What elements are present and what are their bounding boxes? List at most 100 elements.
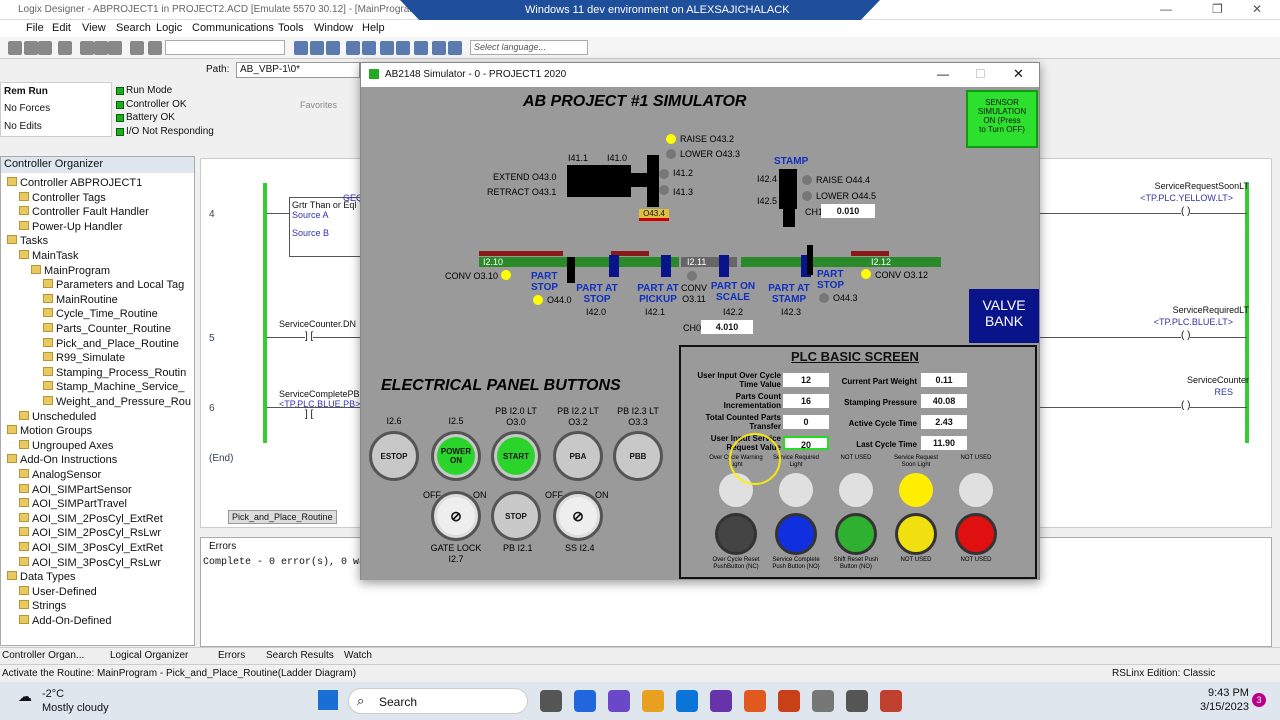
toolbar-logic-icon[interactable] <box>432 41 446 55</box>
plc-pushbutton[interactable] <box>835 513 877 555</box>
tree-item[interactable]: MainRoutine <box>43 293 118 306</box>
coil-icon[interactable]: ( ) <box>1181 330 1191 341</box>
tree-item[interactable]: Add-On Instructions <box>7 454 117 466</box>
taskbar-app-icon[interactable] <box>744 690 766 712</box>
toolbar-logic-icon[interactable] <box>310 41 324 55</box>
bottom-tab[interactable]: Errors <box>218 650 245 661</box>
plc-pushbutton[interactable] <box>775 513 817 555</box>
tree-item[interactable]: User-Defined <box>19 585 97 598</box>
taskbar-search[interactable]: ⌕ Search <box>348 688 528 714</box>
taskbar-app-icon[interactable] <box>778 690 800 712</box>
tree-item[interactable]: Ungrouped Axes <box>19 439 113 452</box>
tree-item[interactable]: Controller Fault Handler <box>19 206 149 218</box>
panel-button-start[interactable]: START <box>491 431 541 481</box>
contact-icon[interactable]: ] [ <box>305 409 314 420</box>
tree-item[interactable]: Stamp_Machine_Service_ <box>43 381 184 393</box>
taskbar-app-icon[interactable] <box>676 690 698 712</box>
panel-button-power-on[interactable]: POWER ON <box>431 431 481 481</box>
tree-item[interactable]: Parameters and Local Tag <box>43 279 184 291</box>
sim-maximize-icon[interactable]: ☐ <box>975 67 986 81</box>
toolbar-logic-icon[interactable] <box>294 41 308 55</box>
bottom-tab[interactable]: Search Results <box>266 650 334 661</box>
toolbar-logic-icon[interactable] <box>362 41 376 55</box>
bottom-tab[interactable]: Watch <box>344 650 372 661</box>
tree-item[interactable]: Unscheduled <box>19 410 96 423</box>
bottom-tab[interactable]: Controller Organ... <box>2 650 84 661</box>
sim-close-icon[interactable]: ✕ <box>1013 66 1024 82</box>
menu-file[interactable]: File <box>26 22 44 34</box>
tree-item[interactable]: Stamping_Process_Routin <box>43 366 186 379</box>
minimize-icon[interactable]: — <box>1160 2 1172 16</box>
taskbar-app-icon[interactable] <box>710 690 732 712</box>
language-select[interactable]: Select language... <box>470 40 588 55</box>
tree-item[interactable]: AnalogSensor <box>19 469 101 481</box>
tree-item[interactable]: Data Types <box>7 571 75 583</box>
plc-pushbutton[interactable] <box>955 513 997 555</box>
favorites-tab[interactable]: Favorites <box>300 100 337 110</box>
gate-lock-switch[interactable]: ⊘ <box>431 491 481 541</box>
plc-field-input[interactable]: 20 <box>783 436 829 450</box>
tree-item[interactable]: Power-Up Handler <box>19 220 122 233</box>
menu-logic[interactable]: Logic <box>156 22 182 34</box>
toolbar-button-icon[interactable] <box>24 41 38 55</box>
taskbar-app-icon[interactable] <box>642 690 664 712</box>
panel-button-estop[interactable]: ESTOP <box>369 431 419 481</box>
plc-pushbutton[interactable] <box>715 513 757 555</box>
coil-icon[interactable]: ( ) <box>1181 206 1191 217</box>
taskbar-app-icon[interactable] <box>846 690 868 712</box>
tree-item[interactable]: AOI_SIM_2PosCyl_RsLwr <box>19 527 161 539</box>
menu-help[interactable]: Help <box>362 22 385 34</box>
taskbar-app-icon[interactable] <box>880 690 902 712</box>
toolbar-logic-icon[interactable] <box>414 41 428 55</box>
tree-item[interactable]: AOI_SIM_2PosCyl_ExtRet <box>19 512 163 525</box>
tree-item[interactable]: Pick_and_Place_Routine <box>43 337 179 350</box>
toolbar-logic-icon[interactable] <box>448 41 462 55</box>
tree-item[interactable]: Cycle_Time_Routine <box>43 308 158 320</box>
taskbar-app-icon[interactable] <box>812 690 834 712</box>
contact-icon[interactable]: ] [ <box>305 331 314 342</box>
notification-badge[interactable]: 3 <box>1252 693 1266 707</box>
plc-field-input[interactable]: 16 <box>783 394 829 408</box>
sensor-simulation-button[interactable]: SENSOR SIMULATION ON (Press to Turn OFF) <box>966 90 1038 148</box>
close-icon[interactable]: ✕ <box>1252 2 1262 16</box>
start-icon[interactable] <box>318 690 338 710</box>
tree-item[interactable]: Add-On-Defined <box>19 615 112 627</box>
toolbar-button-icon[interactable] <box>108 41 122 55</box>
valve-bank-button[interactable]: VALVE BANK <box>969 289 1039 343</box>
tree-item[interactable]: MainTask <box>19 250 78 262</box>
menu-view[interactable]: View <box>82 22 106 34</box>
sim-minimize-icon[interactable]: — <box>937 67 949 81</box>
panel-button-pba[interactable]: PBA <box>553 431 603 481</box>
plc-field-input[interactable]: 12 <box>783 373 829 387</box>
tree-item[interactable]: Weight_and_Pressure_Rou <box>43 396 191 408</box>
taskbar-app-icon[interactable] <box>540 690 562 712</box>
toolbar-button-icon[interactable] <box>58 41 72 55</box>
toolbar-logic-icon[interactable] <box>396 41 410 55</box>
panel-button-pbb[interactable]: PBB <box>613 431 663 481</box>
toolbar-button-icon[interactable] <box>148 41 162 55</box>
menu-edit[interactable]: Edit <box>52 22 71 34</box>
stop-button[interactable]: STOP <box>491 491 541 541</box>
toolbar-button-icon[interactable] <box>80 41 94 55</box>
tree-item[interactable]: Motion Groups <box>7 425 92 437</box>
toolbar-button-icon[interactable] <box>8 41 22 55</box>
toolbar-logic-icon[interactable] <box>346 41 360 55</box>
tree-item[interactable]: MainProgram <box>31 264 110 277</box>
bottom-tab[interactable]: Logical Organizer <box>110 650 188 661</box>
taskbar-app-icon[interactable] <box>608 690 630 712</box>
tree-item[interactable]: Tasks <box>7 235 48 247</box>
maximize-icon[interactable]: ❐ <box>1212 2 1223 16</box>
toolbar-logic-icon[interactable] <box>326 41 340 55</box>
weather-icon[interactable]: ☁ <box>18 688 32 705</box>
tree-item[interactable]: Parts_Counter_Routine <box>43 323 171 335</box>
tree-item[interactable]: Strings <box>19 600 66 612</box>
tree-item[interactable]: AOI_SIMPartSensor <box>19 483 132 496</box>
path-field[interactable]: AB_VBP-1\0* <box>236 62 360 78</box>
plc-pushbutton[interactable] <box>895 513 937 555</box>
tree-item[interactable]: Controller Tags <box>19 191 106 204</box>
menu-window[interactable]: Window <box>314 22 353 34</box>
tree-item[interactable]: AOI_SIMPartTravel <box>19 498 127 510</box>
toolbar-button-icon[interactable] <box>38 41 52 55</box>
menu-tools[interactable]: Tools <box>278 22 304 34</box>
coil-icon[interactable]: ( ) <box>1181 400 1191 411</box>
